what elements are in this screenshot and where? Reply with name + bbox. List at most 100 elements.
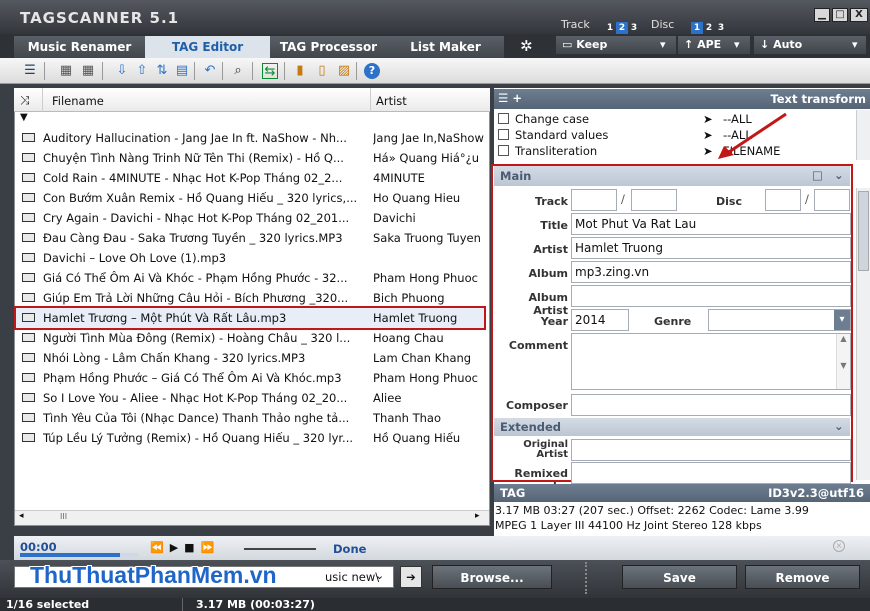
paste-file-icon[interactable]: ▨ — [336, 63, 352, 79]
previous-icon[interactable]: ⏪ — [150, 541, 170, 554]
track-num-1[interactable]: 1 — [604, 22, 616, 34]
transform-checkbox[interactable] — [498, 113, 509, 124]
artist-field[interactable]: Hamlet Truong — [571, 237, 851, 259]
list-view-icon[interactable]: ☰ — [22, 63, 38, 79]
year-field[interactable]: 2014 — [571, 309, 629, 331]
minimize-button[interactable]: ▁ — [814, 8, 830, 22]
comment-scrollbar[interactable]: ▲ ▼ — [836, 334, 850, 389]
file-artist: Bich Phuong — [373, 291, 445, 305]
player-progress-track[interactable] — [20, 553, 138, 557]
file-row[interactable]: Phạm Hồng Phước – Giá Có Thể Ôm Ai Và Kh… — [22, 368, 484, 388]
composer-field[interactable] — [571, 394, 851, 416]
transform-checkbox[interactable] — [498, 129, 509, 140]
horizontal-scrollbar[interactable]: ◂ III ▸ — [15, 510, 489, 525]
move-up-icon[interactable]: ⇧ — [134, 63, 150, 79]
move-down-icon[interactable]: ⇩ — [114, 63, 130, 79]
grid-large-icon[interactable]: ▦ — [80, 63, 96, 79]
file-row[interactable]: Tình Yêu Của Tôi (Nhạc Dance) Thanh Thảo… — [22, 408, 484, 428]
track-num-2[interactable]: 2 — [616, 22, 628, 34]
save-button[interactable]: Save — [622, 565, 737, 589]
file-icon[interactable]: ▮ — [292, 63, 308, 79]
chevron-down-icon[interactable]: ▾ — [834, 310, 850, 330]
disc-num-1[interactable]: 1 — [691, 22, 703, 34]
file-row[interactable]: Giá Có Thể Ôm Ai Và Khóc - Phạm Hồng Phư… — [22, 268, 484, 288]
track-field[interactable] — [571, 189, 617, 211]
player-controls[interactable]: ⏪▶■⏩ — [150, 541, 220, 554]
settings-gear-icon[interactable]: ✲ — [520, 37, 533, 55]
track-number-selector[interactable]: 123 — [604, 19, 640, 34]
scroll-right-icon[interactable]: ▸ — [475, 511, 480, 521]
tab-tag-processor[interactable]: TAG Processor — [270, 36, 387, 58]
album-artist-field[interactable] — [571, 285, 851, 307]
search-icon[interactable]: ⌕ — [230, 63, 246, 79]
file-row[interactable]: Người Tình Mùa Đông (Remix) - Hoàng Châu… — [22, 328, 484, 348]
clear-icon[interactable]: × — [833, 540, 845, 552]
track-num-3[interactable]: 3 — [628, 22, 640, 34]
disc-number-selector[interactable]: 123 — [691, 19, 727, 34]
file-row[interactable]: Cold Rain - 4MINUTE - Nhạc Hot K-Pop Thá… — [22, 168, 484, 188]
disc-num-3[interactable]: 3 — [715, 22, 727, 34]
column-filename[interactable]: Filename — [52, 94, 104, 108]
file-row[interactable]: Con Bướm Xuân Remix - Hồ Quang Hiếu _ 32… — [22, 188, 484, 208]
track-total-field[interactable] — [631, 189, 677, 211]
sort-icon[interactable]: ⇅ — [154, 63, 170, 79]
main-section-header[interactable]: Main □ ⌄ — [494, 166, 850, 186]
player-bar — [14, 536, 870, 560]
align-icon[interactable]: ▤ — [174, 63, 190, 79]
list-add-icon[interactable]: ☰ + — [498, 91, 522, 105]
fields-scrollbar[interactable] — [856, 188, 870, 480]
go-arrow-icon[interactable]: ➔ — [400, 566, 422, 588]
remixed-by-field[interactable] — [571, 462, 851, 484]
next-icon[interactable]: ⏩ — [201, 541, 221, 554]
transform-checkbox[interactable] — [498, 145, 509, 156]
maximize-button[interactable]: □ — [832, 8, 848, 22]
transform-scrollbar[interactable] — [856, 110, 870, 160]
disc-num-2[interactable]: 2 — [703, 22, 715, 34]
title-field[interactable]: Mot Phut Va Rat Lau — [571, 213, 851, 235]
disc-label: Disc — [651, 18, 675, 31]
file-row[interactable]: Davichi – Love Oh Love (1).mp3 — [22, 248, 484, 268]
file-row[interactable]: Nhói Lòng - Lâm Chấn Khang - 320 lyrics.… — [22, 348, 484, 368]
file-row[interactable]: Túp Lều Lý Tưởng (Remix) - Hồ Quang Hiếu… — [22, 428, 484, 448]
disc-total-field[interactable] — [814, 189, 850, 211]
file-row[interactable]: Chuyện Tình Nàng Trinh Nữ Tên Thi (Remix… — [22, 148, 484, 168]
tab-music-renamer[interactable]: Music Renamer — [14, 36, 145, 58]
grid-small-icon[interactable]: ▦ — [58, 63, 74, 79]
keep-dropdown[interactable]: ▭ Keep ▾ — [556, 36, 676, 54]
tab-tag-editor[interactable]: TAG Editor — [145, 36, 270, 58]
file-row[interactable]: Cry Again - Davichi - Nhạc Hot K-Pop Thá… — [22, 208, 484, 228]
extended-section-header[interactable]: Extended ⌄ — [494, 418, 850, 436]
undo-icon[interactable]: ↶ — [202, 63, 218, 79]
file-row[interactable]: Auditory Hallucination - Jang Jae In ft.… — [22, 128, 484, 148]
shuffle-icon[interactable]: ⤨ — [20, 93, 30, 108]
remove-button[interactable]: Remove — [745, 565, 860, 589]
file-row[interactable]: Hamlet Trương – Một Phút Và Rất Lâu.mp3 H… — [14, 306, 486, 330]
file-row[interactable]: Giúp Em Trả Lời Những Câu Hỏi - Bích Phư… — [22, 288, 484, 308]
scroll-left-icon[interactable]: ◂ — [19, 511, 24, 521]
tab-list-maker[interactable]: List Maker — [387, 36, 504, 58]
close-button[interactable]: X — [850, 8, 868, 22]
column-artist[interactable]: Artist — [376, 94, 407, 108]
chevron-down-icon[interactable]: ⌄ — [375, 569, 384, 582]
original-artist-field[interactable] — [571, 439, 851, 461]
scroll-grip[interactable]: III — [60, 512, 67, 521]
chevron-down-icon[interactable]: ⌄ — [834, 419, 844, 433]
chevron-down-icon: ▾ — [852, 38, 858, 51]
ape-dropdown[interactable]: ↑ APE ▾ — [678, 36, 750, 54]
file-row[interactable]: Đau Càng Đau - Saka Trương Tuyền _ 320 l… — [22, 228, 484, 248]
auto-dropdown[interactable]: ↓ Auto ▾ — [754, 36, 866, 54]
album-field[interactable]: mp3.zing.vn — [571, 261, 851, 283]
chevron-down-icon[interactable]: ⌄ — [834, 168, 844, 182]
browse-button[interactable]: Browse... — [432, 565, 552, 589]
copy-file-icon[interactable]: ▯ — [314, 63, 330, 79]
genre-select[interactable]: ▾ — [708, 309, 851, 331]
volume-slider[interactable] — [244, 548, 316, 550]
file-row[interactable]: So I Love You - Aliee - Nhạc Hot K-Pop T… — [22, 388, 484, 408]
play-icon[interactable]: ▶ — [170, 541, 184, 554]
restore-icon[interactable]: □ — [812, 168, 823, 182]
help-icon[interactable]: ? — [364, 63, 380, 79]
stop-icon[interactable]: ■ — [184, 541, 200, 554]
comment-field[interactable] — [571, 333, 851, 390]
edit-tags-icon[interactable]: ⇆ — [262, 63, 278, 79]
disc-field[interactable] — [765, 189, 801, 211]
